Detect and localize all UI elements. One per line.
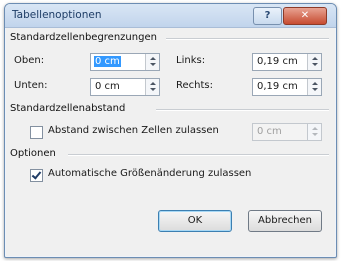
spin-up-icon [312,57,318,60]
auto-resize-label[interactable]: Automatische Größenänderung zulassen [48,168,251,179]
right-margin-spinner[interactable] [307,79,321,95]
right-margin-field[interactable]: 0,19 cm [252,78,322,96]
close-button[interactable]: ✕ [283,7,327,25]
auto-resize-checkbox[interactable] [30,169,43,182]
bottom-margin-label: Unten: [14,80,48,91]
top-margin-spinner[interactable] [145,54,159,70]
section-divider [68,154,329,156]
spin-down-icon [150,63,156,66]
spin-down-icon [150,88,156,91]
spin-up-icon [150,57,156,60]
right-margin-value: 0,19 cm [257,81,298,92]
left-margin-field[interactable]: 0,19 cm [252,53,322,71]
cancel-button[interactable]: Abbrechen [248,210,322,232]
dialog-title: Tabellenoptionen [12,9,102,21]
left-margin-label: Links: [176,55,206,66]
cell-margins-heading: Standardzellenbegrenzungen [10,32,157,43]
allow-spacing-label[interactable]: Abstand zwischen Zellen zulassen [48,125,219,136]
left-margin-spinner[interactable] [307,54,321,70]
spin-up-icon [312,82,318,85]
spacing-value: 0 cm [257,126,282,137]
top-margin-field[interactable]: 0 cm [90,53,160,71]
cell-spacing-heading: Standardzellenabstand [10,103,126,114]
bottom-margin-field[interactable]: 0 cm [90,78,160,96]
ok-button[interactable]: OK [158,210,232,232]
allow-spacing-checkbox[interactable] [30,126,43,139]
bottom-margin-spinner[interactable] [145,79,159,95]
spin-down-icon [312,133,318,136]
spin-down-icon [312,63,318,66]
section-divider [156,109,329,111]
bottom-margin-value: 0 cm [95,81,120,92]
left-margin-value: 0,19 cm [257,56,298,67]
options-heading: Optionen [10,148,56,159]
spin-down-icon [312,88,318,91]
section-divider [166,38,329,40]
help-button[interactable]: ? [253,7,282,25]
spin-up-icon [150,82,156,85]
spacing-field[interactable]: 0 cm [252,123,322,141]
top-margin-label: Oben: [14,55,45,66]
top-margin-value: 0 cm [94,56,121,67]
spin-up-icon [312,127,318,130]
table-options-dialog: Tabellenoptionen ? ✕ Standardzellenbegre… [4,3,337,258]
title-bar: Tabellenoptionen ? ✕ [5,4,336,28]
dialog-body: Standardzellenbegrenzungen Oben: 0 cm Li… [6,28,335,256]
right-margin-label: Rechts: [176,80,213,91]
spacing-spinner[interactable] [307,124,321,140]
